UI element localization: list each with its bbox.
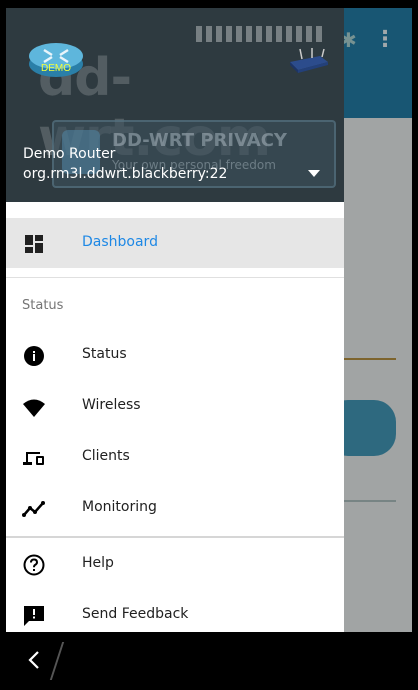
info-icon — [24, 346, 44, 366]
menu-label-send-feedback: Send Feedback — [82, 606, 189, 622]
menu-label-monitoring: Monitoring — [82, 499, 157, 515]
menu-divider — [6, 536, 344, 538]
menu-item-help[interactable]: Help — [6, 539, 344, 589]
avatar-badge: DEMO — [41, 63, 71, 74]
dashboard-icon — [25, 235, 43, 253]
menu-label-wireless: Wireless — [82, 397, 141, 413]
menu-divider — [6, 277, 344, 278]
router-avatar-icon[interactable]: DEMO — [28, 38, 84, 78]
menu-item-wireless[interactable]: Wireless — [6, 381, 344, 431]
menu-item-clients[interactable]: Clients — [6, 432, 344, 482]
help-icon — [23, 554, 45, 576]
device-screen: ✱ ⋮ dd-wrt.com DD-WRT PRIVACY Your own p… — [0, 0, 418, 690]
drawer-header: dd-wrt.com DD-WRT PRIVACY Your own perso… — [6, 8, 344, 202]
menu-item-send-feedback[interactable]: Send Feedback — [6, 590, 344, 632]
header-decoration — [196, 26, 326, 42]
menu-label-dashboard: Dashboard — [82, 234, 158, 250]
account-id: org.rm3l.ddwrt.blackberry:22 — [23, 166, 228, 182]
wifi-icon — [23, 399, 45, 417]
back-arrow-icon[interactable] — [26, 648, 44, 672]
menu-item-dashboard[interactable]: Dashboard — [6, 218, 344, 268]
devices-icon — [23, 452, 44, 465]
router-device-icon[interactable] — [286, 48, 330, 74]
feedback-icon — [24, 606, 44, 626]
menu-label-status: Status — [82, 346, 127, 362]
menu-label-help: Help — [82, 555, 114, 571]
menu-item-monitoring[interactable]: Monitoring — [6, 483, 344, 533]
banner-title: DD-WRT PRIVACY — [112, 130, 287, 151]
nav-separator — [49, 642, 65, 680]
account-dropdown-icon[interactable] — [308, 170, 320, 177]
system-navigation-bar — [0, 632, 418, 690]
menu-label-clients: Clients — [82, 448, 130, 464]
menu-item-status[interactable]: Status — [6, 330, 344, 380]
section-title-status: Status — [22, 298, 64, 313]
timeline-icon — [22, 501, 45, 517]
navigation-drawer: dd-wrt.com DD-WRT PRIVACY Your own perso… — [6, 8, 344, 632]
account-name: Demo Router — [23, 146, 116, 162]
